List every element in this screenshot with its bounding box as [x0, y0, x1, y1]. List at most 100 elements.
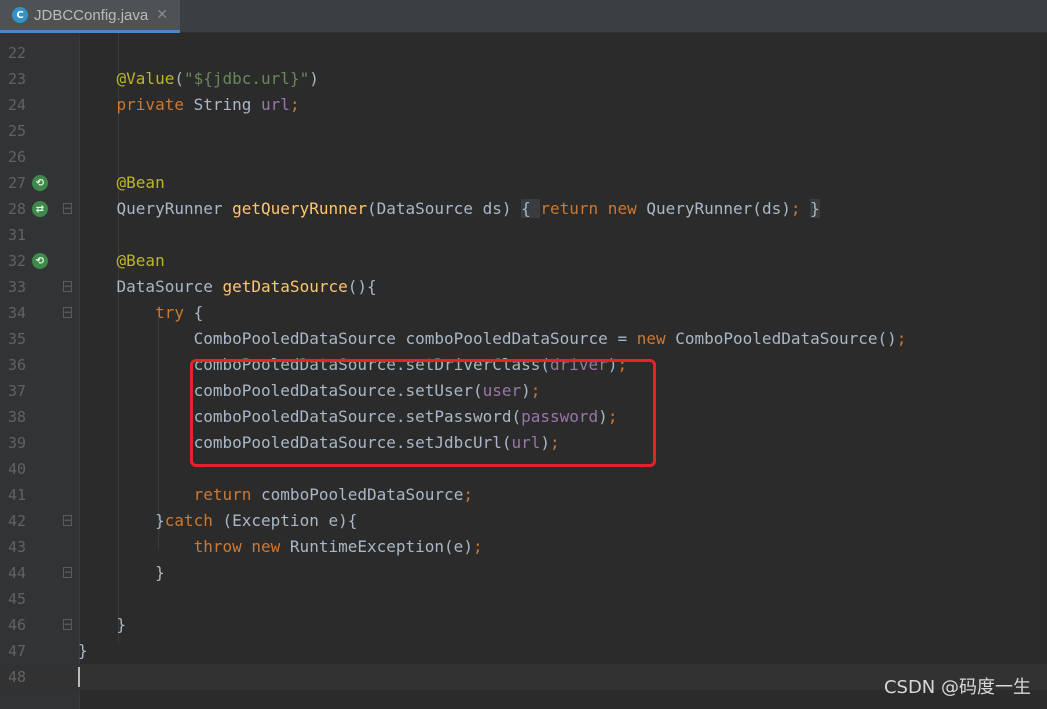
code-token: QueryRunner	[78, 199, 233, 218]
code-text: @Bean	[78, 248, 165, 274]
line-number: 33	[7, 278, 26, 296]
line-number: 42	[7, 512, 26, 530]
code-text: DataSource getDataSource(){	[78, 274, 377, 300]
code-text: return comboPooledDataSource;	[78, 482, 473, 508]
code-line[interactable]: 47}	[0, 638, 1047, 664]
code-line[interactable]: 22	[0, 40, 1047, 66]
fold-marker-icon[interactable]: −	[63, 281, 72, 292]
line-number: 40	[7, 460, 26, 478]
line-number: 32	[7, 252, 26, 270]
code-token: ComboPooledDataSource comboPooledDataSou…	[78, 329, 637, 348]
code-token: }	[78, 641, 88, 660]
fold-marker-icon[interactable]: −	[63, 567, 72, 578]
code-token: getDataSource	[222, 277, 348, 296]
code-token: new	[636, 329, 676, 348]
code-line[interactable]: 26	[0, 144, 1047, 170]
tab-jdbcconfig-java[interactable]: C JDBCConfig.java ✕	[0, 0, 180, 33]
code-token: ;	[289, 95, 300, 114]
code-text: @Bean	[78, 170, 165, 196]
line-number: 41	[7, 486, 26, 504]
code-token: ;	[472, 537, 483, 556]
code-token: RuntimeException(e)	[289, 537, 473, 556]
highlight-annotation-box	[190, 359, 656, 467]
line-number: 43	[7, 538, 26, 556]
line-number: 36	[7, 356, 26, 374]
code-token: (	[174, 69, 184, 88]
code-line[interactable]: 24 private String url;	[0, 92, 1047, 118]
line-number: 39	[7, 434, 26, 452]
spring-bean-navigate-icon[interactable]: ⇄	[32, 201, 48, 217]
text-caret	[78, 667, 80, 687]
line-number: 38	[7, 408, 26, 426]
code-line[interactable]: 31	[0, 222, 1047, 248]
line-number: 37	[7, 382, 26, 400]
code-line[interactable]: 41 return comboPooledDataSource;	[0, 482, 1047, 508]
code-text: @Value("${jdbc.url}")	[78, 66, 319, 92]
code-token: url	[261, 95, 290, 114]
code-text: }	[78, 612, 127, 638]
code-token: String	[193, 95, 262, 114]
spring-bean-icon[interactable]: ⟲	[32, 253, 48, 269]
line-number: 24	[7, 96, 26, 114]
code-token: QueryRunner(ds)	[646, 199, 791, 218]
java-class-icon: C	[12, 7, 28, 23]
code-text: ComboPooledDataSource comboPooledDataSou…	[78, 326, 907, 352]
code-line[interactable]: 27 ⟲ @Bean	[0, 170, 1047, 196]
code-token: throw new	[78, 537, 290, 556]
watermark: CSDN @码度一生	[883, 677, 1031, 698]
code-token: (DataSource ds)	[366, 199, 522, 218]
code-token: ;	[896, 329, 907, 348]
code-line[interactable]: 32 ⟲ @Bean	[0, 248, 1047, 274]
code-token: private	[78, 95, 194, 114]
code-text: }catch (Exception e){	[78, 508, 357, 534]
code-line[interactable]: 34 − try {	[0, 300, 1047, 326]
code-text: try {	[78, 300, 203, 326]
code-line[interactable]: 33 − DataSource getDataSource(){	[0, 274, 1047, 300]
fold-marker-icon[interactable]: −	[63, 307, 72, 318]
code-token: return new	[540, 199, 647, 218]
code-token: catch	[164, 511, 223, 530]
fold-marker-icon[interactable]: −	[63, 203, 72, 214]
line-number: 48	[7, 668, 26, 686]
code-token: return	[78, 485, 262, 504]
code-token: {	[193, 303, 204, 322]
code-token: (Exception e){	[222, 511, 358, 530]
code-editor[interactable]: 22 23 @Value("${jdbc.url}") 24 private Str…	[0, 33, 1047, 709]
code-token: @Value	[78, 69, 175, 88]
code-token: @Bean	[78, 251, 165, 270]
line-number: 28	[7, 200, 26, 218]
line-number: 44	[7, 564, 26, 582]
spring-bean-icon[interactable]: ⟲	[32, 175, 48, 191]
code-line[interactable]: 45	[0, 586, 1047, 612]
code-token: (){	[347, 277, 377, 296]
code-line[interactable]: 46 − }	[0, 612, 1047, 638]
line-number: 34	[7, 304, 26, 322]
code-text: QueryRunner getQueryRunner(DataSource ds…	[78, 196, 820, 222]
line-number: 35	[7, 330, 26, 348]
code-token: ComboPooledDataSource()	[675, 329, 897, 348]
code-line[interactable]: 25	[0, 118, 1047, 144]
code-line[interactable]: 23 @Value("${jdbc.url}")	[0, 66, 1047, 92]
code-token: )	[309, 69, 319, 88]
code-token: {	[521, 199, 541, 218]
line-number: 47	[7, 642, 26, 660]
code-line[interactable]: 44 − }	[0, 560, 1047, 586]
line-number: 22	[7, 44, 26, 62]
code-line[interactable]: 28 ⇄ − QueryRunner getQueryRunner(DataSour…	[0, 196, 1047, 222]
code-line[interactable]: 35 ComboPooledDataSource comboPooledData…	[0, 326, 1047, 352]
code-token: DataSource	[78, 277, 223, 296]
line-number: 45	[7, 590, 26, 608]
code-line[interactable]: 42 − }catch (Exception e){	[0, 508, 1047, 534]
code-token: ;	[463, 485, 473, 504]
code-line[interactable]: 43 throw new RuntimeException(e);	[0, 534, 1047, 560]
code-token: comboPooledDataSource	[261, 485, 464, 504]
code-text: }	[78, 560, 165, 586]
code-token: getQueryRunner	[232, 199, 367, 218]
line-number: 23	[7, 70, 26, 88]
tab-label: JDBCConfig.java	[34, 6, 149, 24]
fold-marker-icon[interactable]: −	[63, 515, 72, 526]
code-text: private String url;	[78, 92, 300, 118]
fold-marker-icon[interactable]: −	[63, 619, 72, 630]
code-text: }	[78, 638, 88, 664]
close-icon[interactable]: ✕	[156, 7, 168, 23]
